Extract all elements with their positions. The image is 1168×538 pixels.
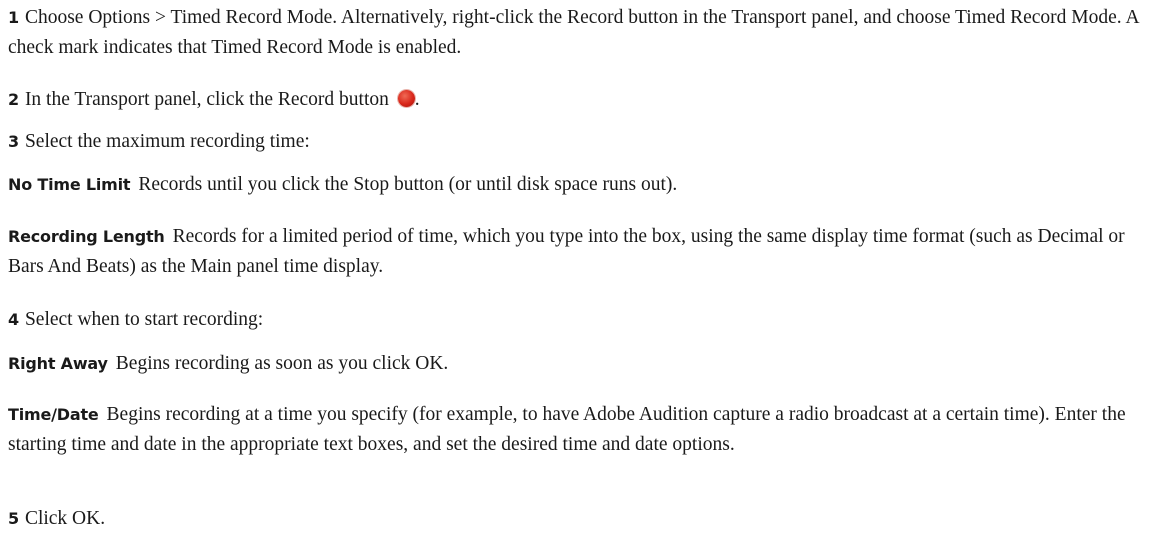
- step-text: Select when to start recording:: [24, 309, 264, 330]
- step-number: 5: [8, 509, 19, 528]
- option-text: Begins recording as soon as you click OK…: [115, 353, 449, 374]
- option-recording-length: Recording Length Records for a limited pe…: [8, 222, 1160, 282]
- step-2: 2 In the Transport panel, click the Recor…: [8, 85, 1160, 115]
- step-text: In the Transport panel, click the Record…: [24, 89, 389, 110]
- option-text: Records for a limited period of time, wh…: [8, 226, 1125, 277]
- step-3: 3 Select the maximum recording time:: [8, 127, 1160, 157]
- step-1: 1 Choose Options > Timed Record Mode. Alt…: [8, 3, 1160, 63]
- step-4: 4 Select when to start recording:: [8, 305, 1160, 335]
- option-term: Right Away: [8, 354, 108, 373]
- step-text: Click OK.: [24, 508, 106, 529]
- step-number: 3: [8, 132, 19, 151]
- step-text-end: .: [414, 89, 420, 110]
- step-number: 1: [8, 8, 19, 27]
- option-text: Records until you click the Stop button …: [138, 174, 678, 195]
- option-time-date: Time/Date Begins recording at a time you …: [8, 400, 1160, 460]
- step-number: 2: [8, 90, 19, 109]
- option-right-away: Right Away Begins recording as soon as yo…: [8, 349, 1160, 379]
- step-number: 4: [8, 310, 19, 329]
- option-term: Recording Length: [8, 227, 165, 246]
- step-5: 5 Click OK.: [8, 504, 1160, 534]
- option-term: No Time Limit: [8, 175, 131, 194]
- step-text: Choose Options > Timed Record Mode. Alte…: [8, 7, 1139, 58]
- step-text: Select the maximum recording time:: [24, 131, 310, 152]
- option-no-time-limit: No Time Limit Records until you click the…: [8, 170, 1160, 200]
- record-button-icon: [397, 90, 415, 107]
- option-text: Begins recording at a time you specify (…: [8, 404, 1126, 455]
- option-term: Time/Date: [8, 405, 99, 424]
